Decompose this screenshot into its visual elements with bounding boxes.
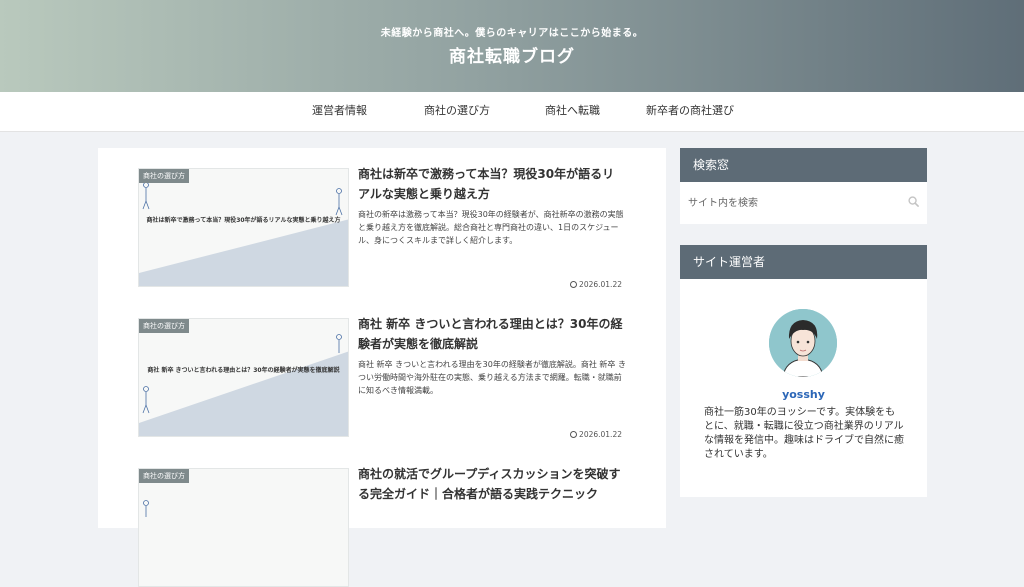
author-bio: 商社一筋30年のヨッシーです。実体験をもとに、就職・転職に役立つ商社業界のリアル…: [704, 407, 904, 460]
post-snippet: 商社 新卒 きついと言われる理由を30年の経験者が徹底解説。商社 新卒 きつい労…: [358, 360, 626, 395]
site-header: 未経験から商社へ。僕らのキャリアはここから始まる。 商社転職ブログ: [0, 0, 1024, 92]
nav-item-new-graduate[interactable]: 新卒者の商社選び: [646, 92, 734, 132]
post-thumbnail[interactable]: 商社の選び方 商社は新卒で激務って本当？現役30年が語るリアルな実態と乗り越え方: [138, 168, 349, 287]
thumbnail-graphic: [143, 500, 149, 517]
clock-icon: [570, 281, 578, 288]
post-date-text: 2026.01.22: [579, 280, 622, 289]
author-widget: サイト運営者 yosshy 商社一筋30年のヨッシーです。実体験をもとに、就職・…: [680, 245, 927, 497]
thumbnail-graphic: [139, 182, 348, 286]
post-title[interactable]: 商社 新卒 きついと言われる理由とは？30年の経験者が実態を徹底解説: [358, 314, 626, 354]
category-label[interactable]: 商社の選び方: [139, 469, 189, 483]
search-widget-heading: 検索窓: [680, 148, 927, 182]
search-icon[interactable]: [908, 196, 919, 207]
thumbnail-graphic: [139, 334, 348, 436]
post-snippet: 商社の新卒は激務って本当？現役30年の経験者が、商社新卒の激務の実態と乗り越え方…: [358, 210, 624, 245]
nav-item-how-to-choose[interactable]: 商社の選び方: [424, 92, 490, 132]
post-date-text: 2026.01.22: [579, 430, 622, 439]
post-title[interactable]: 商社は新卒で激務って本当？現役30年が語るリアルな実態と乗り越え方: [358, 164, 626, 204]
thumbnail-text: 商社 新卒 きついと言われる理由とは？30年の経験者が実態を徹底解説: [147, 367, 340, 374]
global-nav: 運営者情報 商社の選び方 商社へ転職 新卒者の商社選び: [0, 92, 1024, 132]
post-thumbnail[interactable]: 商社の選び方 商社 新卒 きついと言われる理由とは？30年の経験者が実態を徹底解…: [138, 318, 349, 437]
site-tagline: 未経験から商社へ。僕らのキャリアはここから始まる。: [380, 28, 644, 39]
avatar-illustration: [769, 309, 837, 377]
post-thumbnail[interactable]: 商社の選び方: [138, 468, 349, 587]
post-date: 2026.01.22: [570, 430, 622, 439]
post-list: 商社の選び方 商社は新卒で激務って本当？現役30年が語るリアルな実態と乗り越え方…: [98, 148, 666, 587]
author-widget-heading: サイト運営者: [680, 245, 927, 279]
author-name[interactable]: yosshy: [680, 388, 927, 401]
avatar: [769, 309, 837, 377]
category-label[interactable]: 商社の選び方: [139, 319, 189, 333]
clock-icon: [570, 431, 578, 438]
post-date: 2026.01.22: [570, 280, 622, 289]
search-widget: 検索窓: [680, 148, 927, 224]
post-title[interactable]: 商社の就活でグループディスカッションを突破する完全ガイド｜合格者が語る実践テクニ…: [358, 464, 626, 504]
thumbnail-text: 商社は新卒で激務って本当？現役30年が語るリアルな実態と乗り越え方: [146, 217, 341, 224]
search-box: [680, 182, 927, 224]
nav-item-operator-info[interactable]: 運営者情報: [312, 92, 367, 132]
site-title[interactable]: 商社転職ブログ: [0, 42, 1024, 67]
category-label[interactable]: 商社の選び方: [139, 169, 189, 183]
search-input[interactable]: [680, 182, 927, 224]
nav-item-career-change[interactable]: 商社へ転職: [545, 92, 600, 132]
